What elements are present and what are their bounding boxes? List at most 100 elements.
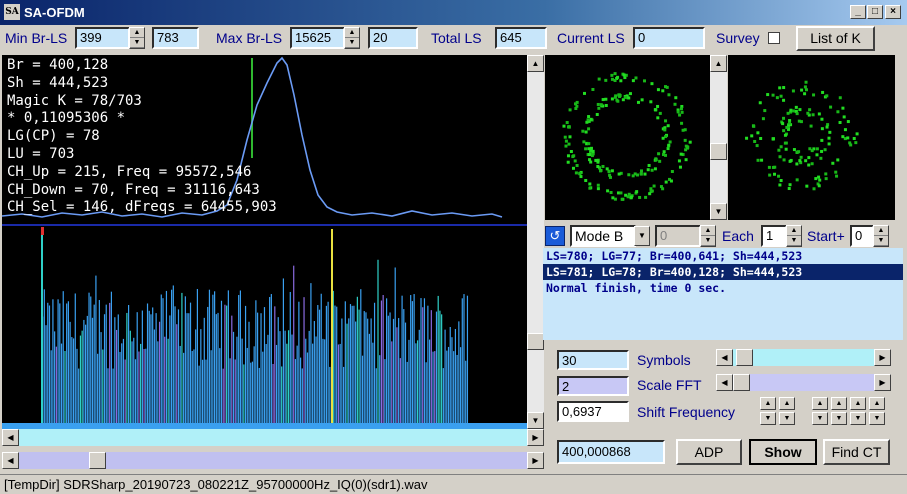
shift-up-button-2[interactable]: ▲ xyxy=(831,397,847,410)
symbols-label: Symbols xyxy=(637,352,691,368)
spectrum-panel: Br = 400,128 Sh = 444,523 Magic K = 78/7… xyxy=(2,55,527,227)
max-br-ls-aux-field[interactable]: 20 xyxy=(368,27,418,49)
shift-frequency-label: Shift Frequency xyxy=(637,404,736,420)
total-ls-label: Total LS xyxy=(431,30,482,46)
scroll-right-icon[interactable]: ▶ xyxy=(527,429,544,446)
scale-fft-slider[interactable]: ◀ ▶ xyxy=(716,374,891,391)
horizontal-scrollbar-2[interactable]: ◀ ▶ xyxy=(2,452,544,469)
window-title: SA-OFDM xyxy=(24,5,85,20)
mode-select[interactable]: Mode B xyxy=(570,225,636,247)
scroll-up-icon[interactable]: ▲ xyxy=(710,55,727,72)
scale-fft-input[interactable]: 2 xyxy=(557,376,629,396)
scroll-thumb[interactable] xyxy=(527,333,544,350)
constellation-points-1 xyxy=(562,72,692,201)
scroll-down-icon[interactable]: ▼ xyxy=(527,412,544,429)
info-line-lu: LU = 703 xyxy=(7,145,75,162)
min-br-ls-label: Min Br-LS xyxy=(5,30,68,46)
shift-up-fine-button[interactable]: ▲ xyxy=(779,397,795,410)
scroll-left-icon[interactable]: ◀ xyxy=(2,452,19,469)
shift-up-coarse-button[interactable]: ▲ xyxy=(760,397,776,410)
shift-down-button-1[interactable]: ▼ xyxy=(812,412,828,425)
maximize-button[interactable]: □ xyxy=(867,5,883,19)
max-br-ls-input[interactable]: 15625 xyxy=(290,27,345,49)
minimize-button[interactable]: _ xyxy=(850,5,866,19)
each-label: Each xyxy=(722,228,754,244)
info-line-magic-k: Magic K = 78/703 xyxy=(7,92,142,109)
info-line-ch-up: CH_Up = 215, Freq = 95572,546 xyxy=(7,163,252,180)
max-br-ls-spinner[interactable]: ▲ ▼ xyxy=(344,27,360,49)
shift-down-fine-button[interactable]: ▼ xyxy=(779,412,795,425)
symbols-slider[interactable]: ◀ ▶ xyxy=(716,349,891,366)
total-ls-field: 645 xyxy=(495,27,547,49)
survey-label: Survey xyxy=(716,30,760,46)
shift-down-coarse-button[interactable]: ▼ xyxy=(760,412,776,425)
info-line-ratio: * 0,11095306 * xyxy=(7,110,126,127)
current-ls-label: Current LS xyxy=(557,30,625,46)
info-line-lg: LG(CP) = 78 xyxy=(7,128,100,145)
scroll-right-icon[interactable]: ▶ xyxy=(874,349,891,366)
info-line-ch-down: CH_Down = 70, Freq = 31116,643 xyxy=(7,181,260,198)
min-br-ls-input[interactable]: 399 xyxy=(75,27,130,49)
symbols-input[interactable]: 30 xyxy=(557,350,629,370)
file-path: [TempDir] SDRSharp_20190723_080221Z_9570… xyxy=(4,477,428,492)
status-bar: [TempDir] SDRSharp_20190723_080221Z_9570… xyxy=(0,474,907,494)
constellation-plot-2 xyxy=(728,55,895,220)
undo-icon[interactable]: ↺ xyxy=(545,226,565,246)
start-input[interactable]: 0 xyxy=(850,225,874,247)
survey-checkbox[interactable] xyxy=(768,32,780,44)
shift-down-button-4[interactable]: ▼ xyxy=(869,412,885,425)
list-item[interactable]: LS=781; LG=78; Br=400,128; Sh=444,523 xyxy=(543,264,903,280)
channel-bars-plot xyxy=(2,227,527,429)
scroll-right-icon[interactable]: ▶ xyxy=(527,452,544,469)
constellation-points-2 xyxy=(745,80,859,191)
info-line-sh: Sh = 444,523 xyxy=(7,74,109,91)
shift-down-button-3[interactable]: ▼ xyxy=(850,412,866,425)
scale-fft-label: Scale FFT xyxy=(637,377,702,393)
left-vertical-scrollbar[interactable]: ▲ ▼ xyxy=(527,55,544,429)
scroll-down-icon[interactable]: ▼ xyxy=(710,203,727,220)
channel-bars-panel xyxy=(2,227,527,429)
frequency-field[interactable]: 400,000868 xyxy=(557,440,665,464)
adp-button[interactable]: ADP xyxy=(676,439,742,465)
slider-thumb[interactable] xyxy=(736,349,753,366)
scroll-left-icon[interactable]: ◀ xyxy=(716,374,733,391)
find-ct-button[interactable]: Find CT xyxy=(823,439,890,465)
num-spinner[interactable]: ▲ ▼ xyxy=(700,225,716,247)
min-br-ls-aux-field[interactable]: 783 xyxy=(152,27,199,49)
show-button[interactable]: Show xyxy=(749,439,817,465)
list-item[interactable]: LS=780; LG=77; Br=400,641; Sh=444,523 xyxy=(543,248,903,264)
log-list[interactable]: LS=780; LG=77; Br=400,641; Sh=444,523 LS… xyxy=(543,248,903,340)
constellation-plot-1 xyxy=(545,55,710,220)
chevron-down-icon[interactable]: ▼ xyxy=(634,226,650,246)
scroll-thumb[interactable] xyxy=(710,143,727,160)
each-input[interactable]: 1 xyxy=(761,225,787,247)
start-label: Start+ xyxy=(807,228,845,244)
shift-down-button-2[interactable]: ▼ xyxy=(831,412,847,425)
list-of-k-button[interactable]: List of K xyxy=(796,26,875,51)
scroll-left-icon[interactable]: ◀ xyxy=(716,349,733,366)
app-icon: SA xyxy=(4,4,20,20)
slider-thumb[interactable] xyxy=(733,374,750,391)
scroll-thumb[interactable] xyxy=(89,452,106,469)
constellation-scrollbar[interactable]: ▲ ▼ xyxy=(710,55,727,220)
min-br-ls-spinner[interactable]: ▲ ▼ xyxy=(129,27,145,49)
shift-up-button-4[interactable]: ▲ xyxy=(869,397,885,410)
scroll-left-icon[interactable]: ◀ xyxy=(2,429,19,446)
info-line-br: Br = 400,128 xyxy=(7,57,109,73)
scroll-up-icon[interactable]: ▲ xyxy=(527,55,544,72)
each-spinner[interactable]: ▲ ▼ xyxy=(786,225,802,247)
horizontal-scrollbar-1[interactable]: ◀ ▶ xyxy=(2,429,544,446)
scroll-right-icon[interactable]: ▶ xyxy=(874,374,891,391)
shift-frequency-input[interactable]: 0,6937 xyxy=(557,401,629,422)
title-bar: SA SA-OFDM _ □ × xyxy=(0,0,907,25)
info-line-ch-sel: CH_Sel = 146, dFreqs = 64455,903 xyxy=(7,199,277,216)
start-spinner[interactable]: ▲ ▼ xyxy=(873,225,889,247)
shift-up-button-1[interactable]: ▲ xyxy=(812,397,828,410)
max-br-ls-label: Max Br-LS xyxy=(216,30,283,46)
list-item[interactable]: Normal finish, time 0 sec. xyxy=(543,280,903,296)
info-text: Br = 400,128 Sh = 444,523 Magic K = 78/7… xyxy=(7,57,277,217)
close-button[interactable]: × xyxy=(885,5,901,19)
shift-up-button-3[interactable]: ▲ xyxy=(850,397,866,410)
current-ls-field: 0 xyxy=(633,27,705,49)
num-field[interactable]: 0 xyxy=(655,225,701,247)
